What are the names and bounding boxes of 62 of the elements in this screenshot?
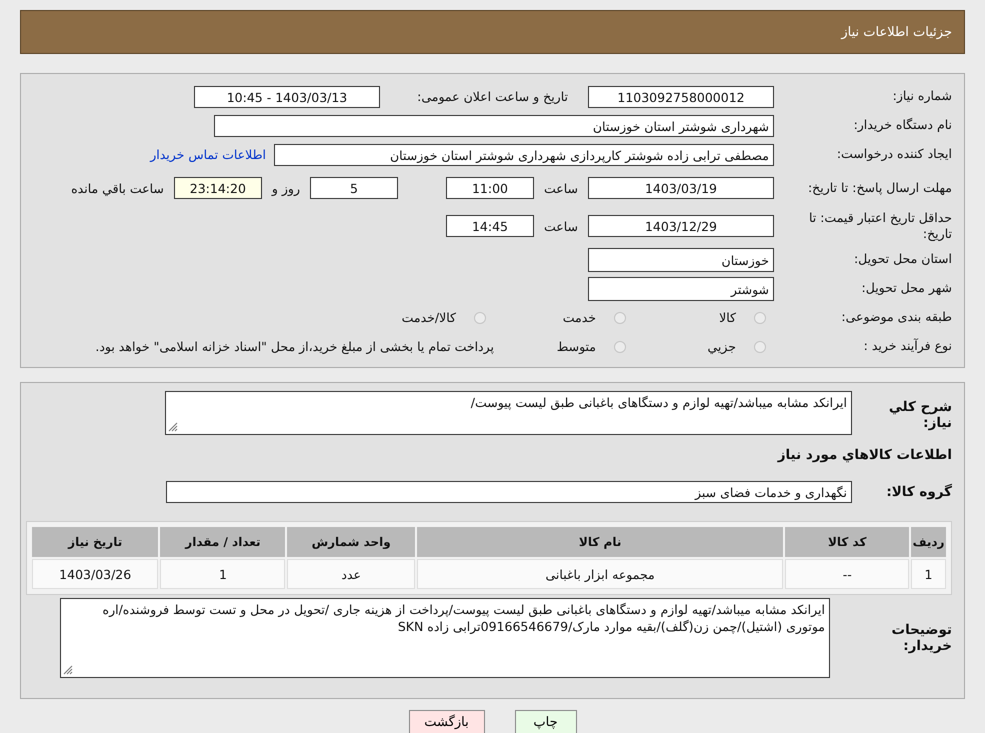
time-field: 14:45 <box>446 215 534 237</box>
print-button[interactable]: چاپ <box>514 710 576 733</box>
payment-note: پرداخت تمام یا بخشی از مبلغ خرید،از محل "اسناد خزانه اسلامی" خواهد بود. <box>95 339 494 354</box>
column-header: نام کالا <box>416 527 784 557</box>
table-cell: مجموعه ابزار باغبانی <box>416 559 784 589</box>
column-header: کد کالا <box>785 527 910 557</box>
section-heading: اطلاعات کالاهاي مورد نیاز <box>776 447 952 463</box>
announce-date-field: 1403/03/13 - 10:45 <box>194 86 380 108</box>
table-cell: 1403/03/26 <box>32 559 158 589</box>
radio-button[interactable] <box>614 340 626 352</box>
field-label: شماره نیاز: <box>892 88 952 105</box>
field-label: نام دستگاه خریدار: <box>852 117 952 134</box>
contact-link[interactable]: اطلاعات تماس خریدار <box>150 147 266 162</box>
radio-button[interactable] <box>754 340 766 352</box>
days-label: روز و <box>270 180 301 196</box>
time-label: ساعت <box>542 218 579 234</box>
requester-field: مصطفی ترابی زاده شوشتر کارپردازی شهرداری شوشتر استان خوزستان <box>274 144 774 166</box>
field-label: طبقه بندی موضوعی: <box>840 309 952 326</box>
field-label: حداقل تاریخ اعتبار قیمت: تا تاریخ: <box>808 210 952 242</box>
days-field: 5 <box>310 177 398 199</box>
radio-button[interactable] <box>474 312 486 324</box>
field-label: تاریخ و ساعت اعلان عمومی: <box>416 89 569 104</box>
field-label: ایجاد کننده درخواست: <box>836 146 952 163</box>
date-field: 1403/12/29 <box>588 215 774 237</box>
field-label: استان محل تحویل: <box>852 251 952 268</box>
table-cell: عدد <box>287 559 415 589</box>
column-header: واحد شمارش <box>287 527 415 557</box>
need-number-field: 1103092758000012 <box>588 86 774 108</box>
table-cell: 1 <box>911 559 946 589</box>
date-field: 1403/03/19 <box>588 177 774 199</box>
table-cell: 1 <box>160 559 286 589</box>
back-button[interactable]: بازگشت <box>408 710 484 733</box>
radio-label: خدمت <box>562 310 596 325</box>
summary-field: ایرانکد مشابه میباشد/تهیه لوازم و دستگاهای باغبانی طبق لیست پیوست/ <box>165 391 852 435</box>
buyer-notes-field: ایرانکد مشابه میباشد/تهیه لوازم و دستگاهای باغبانی طبق لیست پیوست/پرداخت از هزینه جاری /تحویل در محل و تست توسط فروشنده/اره موتوری (اشتیل)/چمن زن(گلف)/بقیه موارد مارک/09166546679ترابی زاده SKN <box>60 598 830 678</box>
column-header: ردیف <box>911 527 946 557</box>
radio-button[interactable] <box>754 312 766 324</box>
field-label: نوع فرآیند خرید : <box>862 338 952 355</box>
field-label: توضیحات خریدار: <box>890 622 952 654</box>
radio-label: جزيي <box>706 339 736 354</box>
resize-grip-icon[interactable] <box>63 665 73 675</box>
buyer-org-field: شهرداری شوشتر استان خوزستان <box>214 114 774 136</box>
field-label: گروه کالا: <box>885 484 952 500</box>
field-label: شرح کلي نیاز: <box>888 398 952 431</box>
time-label: ساعت <box>542 180 579 196</box>
table-cell: -- <box>785 559 910 589</box>
field-label: شهر محل تحویل: <box>860 280 952 297</box>
page-title: جزئیات اطلاعات نیاز <box>841 24 952 40</box>
column-header: تاریخ نیاز <box>32 527 158 557</box>
radio-button[interactable] <box>614 312 626 324</box>
time-field: 11:00 <box>446 177 534 199</box>
remaining-label: ساعت باقي مانده <box>70 180 165 196</box>
goods-group-field: نگهداری و خدمات فضای سبز <box>166 481 852 503</box>
radio-label: كالا <box>718 310 736 325</box>
city-field: شوشتر <box>588 276 774 300</box>
radio-label: متوسط <box>556 339 596 354</box>
field-label: مهلت ارسال پاسخ: تا تاریخ: <box>806 180 952 196</box>
resize-grip-icon[interactable] <box>168 422 178 432</box>
province-field: خوزستان <box>588 248 774 272</box>
radio-label: كالا/خدمت <box>400 310 456 325</box>
remaining-time-field: 23:14:20 <box>174 177 262 199</box>
column-header: تعداد / مقدار <box>160 527 286 557</box>
